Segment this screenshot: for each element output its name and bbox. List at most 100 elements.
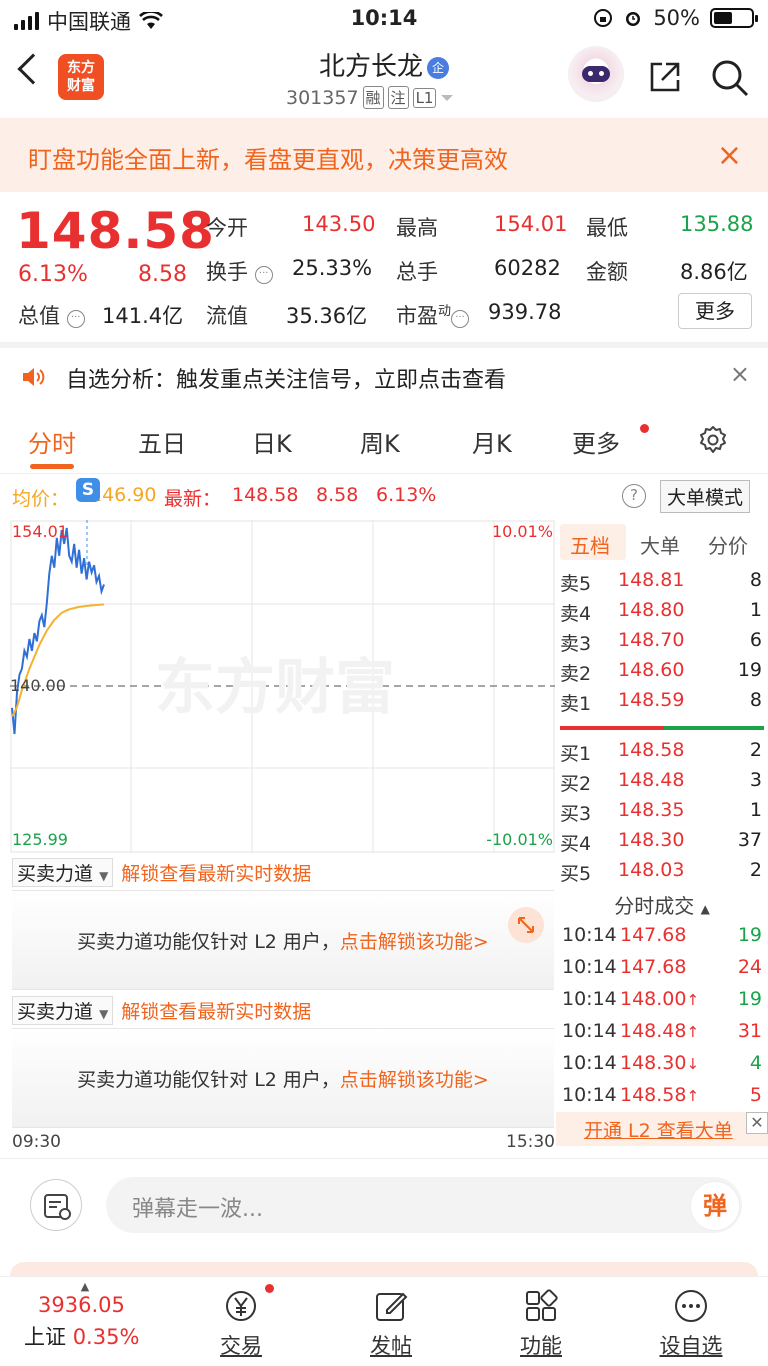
force-dropdown-label: 买卖力道 [17, 1001, 94, 1023]
y-min-pct-label: -10.01% [486, 830, 553, 849]
bid-row[interactable]: 买3 148.35 1 [556, 796, 768, 826]
force-locked-box[interactable]: 买卖力道功能仅针对 L2 用户，点击解锁该功能> [12, 890, 554, 990]
book-tab-five-level[interactable]: 五档 [570, 530, 610, 559]
promo-close-icon[interactable]: ✕ [746, 1112, 768, 1134]
stock-code-row[interactable]: 301357 融 注 L1 [286, 86, 454, 109]
search-icon[interactable] [710, 58, 750, 98]
share-icon[interactable] [648, 60, 682, 94]
unlock-link[interactable]: 解锁查看最新实时数据 [121, 859, 311, 886]
help-icon[interactable]: ? [622, 484, 646, 508]
force-unlock-link[interactable]: 点击解锁该功能> [340, 1069, 489, 1091]
low-value: 135.88 [680, 212, 754, 236]
caret-up-icon: ▲ [80, 1280, 90, 1293]
buy-pressure-bar [664, 726, 764, 730]
trade-yen-icon [226, 1291, 256, 1321]
danmu-settings-icon[interactable] [30, 1179, 82, 1231]
bid-level-label: 买1 [560, 743, 592, 765]
nav-trade[interactable]: 交易 [186, 1288, 296, 1360]
bid-price: 148.03 [618, 859, 685, 881]
danmu-toggle-button[interactable]: 弹 [690, 1181, 740, 1231]
trade-time: 10:14 [562, 1084, 617, 1106]
tab-five-day[interactable]: 五日 [138, 424, 186, 459]
watchlist-alert[interactable]: 自选分析：触发重点关注信号，立即点击查看 × [0, 348, 768, 406]
nav-add-watchlist[interactable]: 设自选 [636, 1288, 746, 1360]
force-locked-text: 买卖力道功能仅针对 L2 用户，点击解锁该功能> [12, 1065, 554, 1092]
low-label: 最低 [586, 216, 628, 240]
force-unlock-link[interactable]: 点击解锁该功能> [340, 931, 489, 953]
ask-row[interactable]: 卖5 148.81 8 [556, 566, 768, 596]
ask-price: 148.81 [618, 569, 685, 591]
nav-post[interactable]: 发帖 [336, 1288, 446, 1360]
info-icon[interactable]: ··· [254, 266, 273, 284]
force-header-2: 买卖力道 ▼ 解锁查看最新实时数据 [12, 996, 311, 1025]
ask-volume: 8 [749, 689, 762, 711]
book-tab-price-dist[interactable]: 分价 [708, 530, 748, 559]
edit-icon [376, 1292, 408, 1321]
caret-down-icon [441, 94, 454, 101]
alert-close-icon[interactable]: × [730, 360, 750, 388]
alarm-icon [626, 12, 641, 26]
trade-price: 148.58↑ [620, 1084, 699, 1106]
intraday-chart[interactable]: 东方财富 154.01 10.01% 140.00 125.99 -10.01% [10, 520, 555, 853]
turnover-label: 换手 ··· [206, 256, 273, 286]
book-tab-large-order[interactable]: 大单 [640, 530, 680, 559]
sell-pressure-bar [560, 726, 664, 730]
ask-level-label: 卖4 [560, 603, 592, 625]
banner-close-icon[interactable]: × [717, 138, 742, 173]
info-icon[interactable]: ··· [451, 310, 470, 328]
turnover-value: 25.33% [292, 256, 373, 280]
ask-row[interactable]: 卖2 148.60 19 [556, 656, 768, 686]
force-dropdown[interactable]: 买卖力道 ▼ [12, 858, 114, 887]
large-order-mode-button[interactable]: 大单模式 [660, 480, 751, 513]
order-book: 五档 大单 分价 卖5 148.81 8 卖4 148.80 1 卖3 148.70 6 卖2 14… [556, 520, 768, 886]
danmu-input[interactable]: 弹幕走一波... [106, 1177, 742, 1233]
force-locked-desc: 买卖力道功能仅针对 L2 用户， [77, 1069, 340, 1091]
pe-label-text: 市盈 [396, 304, 438, 328]
assistant-robot-icon[interactable] [568, 46, 624, 102]
expand-icon[interactable] [508, 907, 544, 943]
l2-promo[interactable]: 开通 L2 查看大单 ✕ [556, 1112, 768, 1146]
watermark: 东方财富 [155, 653, 395, 723]
ask-row[interactable]: 卖3 148.70 6 [556, 626, 768, 656]
tab-intraday[interactable]: 分时 [28, 424, 76, 459]
bid-row[interactable]: 买5 148.03 2 [556, 856, 768, 886]
promo-banner[interactable]: 盯盘功能全面上新，看盘更直观，决策更高效 × [0, 118, 768, 192]
more-button[interactable]: 更多 [678, 293, 752, 329]
pe-label: 市盈动 ··· [396, 300, 470, 330]
info-icon[interactable]: ··· [66, 310, 85, 328]
alert-text: 自选分析：触发重点关注信号，立即点击查看 [66, 368, 507, 393]
tab-daily-k[interactable]: 日K [252, 424, 292, 459]
force-dropdown[interactable]: 买卖力道 ▼ [12, 996, 114, 1025]
status-right: 50% [593, 6, 758, 30]
bid-price: 148.48 [618, 769, 685, 791]
index-ticker[interactable]: ▲ 3936.05 上证 0.35% [10, 1280, 160, 1351]
bid-row[interactable]: 买2 148.48 3 [556, 766, 768, 796]
tab-weekly-k[interactable]: 周K [360, 424, 400, 459]
intraday-chart-svg: 东方财富 [10, 520, 555, 853]
settings-gear-icon[interactable] [697, 424, 729, 456]
bid-row[interactable]: 买4 148.30 37 [556, 826, 768, 856]
float-label: 流值 [206, 304, 248, 328]
trade-row: 10:14 148.30↓ 4 [556, 1048, 768, 1080]
chat-s-icon[interactable]: S [76, 478, 100, 502]
trade-price-value: 148.00 [620, 988, 687, 1010]
tag-level: L1 [412, 87, 437, 108]
battery-percent: 50% [653, 6, 700, 30]
nav-functions[interactable]: 功能 [486, 1288, 596, 1360]
ask-price: 148.80 [618, 599, 685, 621]
tab-more[interactable]: 更多 [572, 424, 620, 459]
trade-price-value: 148.48 [620, 1020, 687, 1042]
bid-row[interactable]: 买1 148.58 2 [556, 736, 768, 766]
force-locked-desc: 买卖力道功能仅针对 L2 用户， [77, 931, 340, 953]
trade-time: 10:14 [562, 924, 617, 946]
ask-price: 148.70 [618, 629, 685, 651]
unlock-link[interactable]: 解锁查看最新实时数据 [121, 997, 311, 1024]
tab-monthly-k[interactable]: 月K [472, 424, 512, 459]
ask-row[interactable]: 卖4 148.80 1 [556, 596, 768, 626]
force-locked-box[interactable]: 买卖力道功能仅针对 L2 用户，点击解锁该功能> [12, 1028, 554, 1128]
more-dots-icon [675, 1290, 707, 1322]
trade-volume: 19 [737, 924, 762, 946]
ask-row[interactable]: 卖1 148.59 8 [556, 686, 768, 716]
trades-title[interactable]: 分时成交 ▲ [556, 886, 768, 920]
caret-down-icon: ▼ [99, 869, 109, 883]
